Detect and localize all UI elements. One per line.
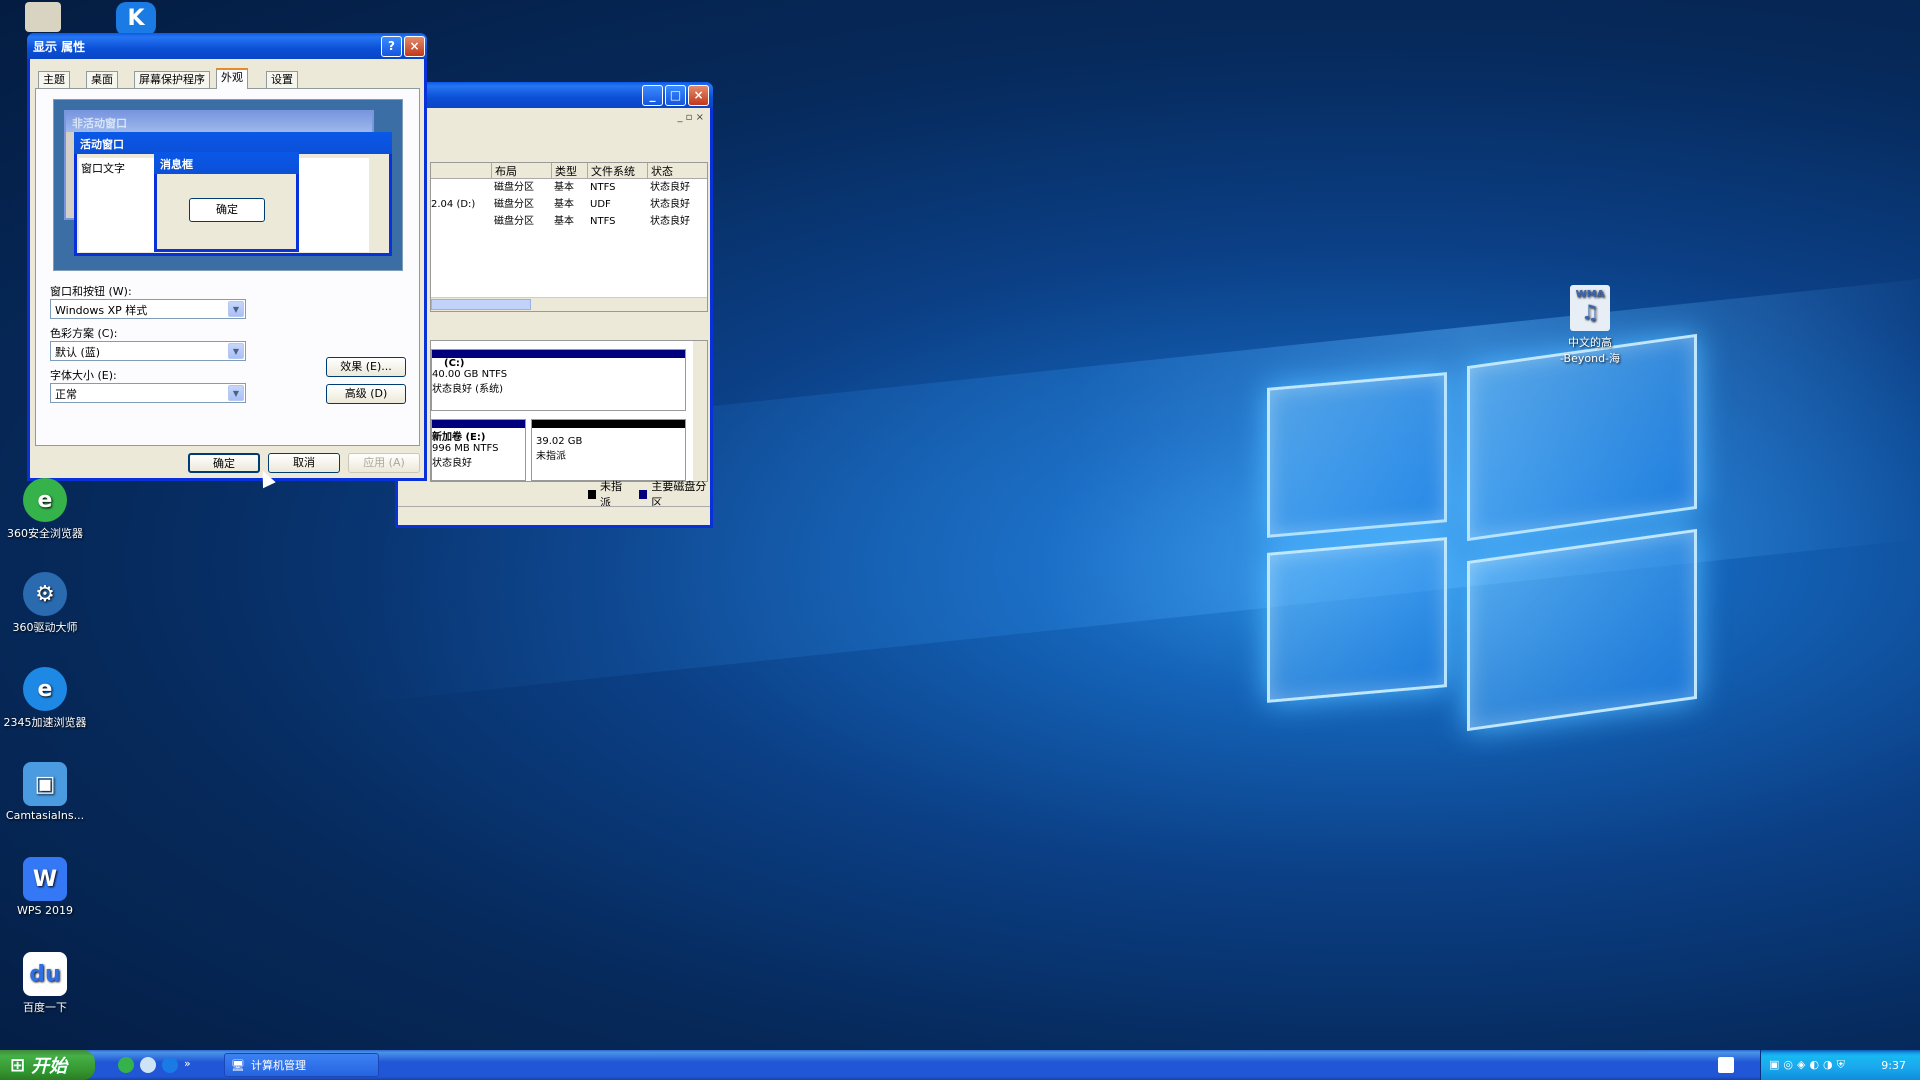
notification-flag-icon[interactable] [1718, 1057, 1734, 1073]
start-button[interactable]: ⊞ 开始 [0, 1050, 95, 1080]
desktop-icon-baidu[interactable]: du 百度一下 [0, 952, 90, 1015]
vertical-scrollbar[interactable] [693, 341, 707, 481]
help-icon[interactable]: ? [381, 35, 402, 57]
cm-titlebar[interactable]: _ □ × [395, 82, 713, 108]
color-scheme-select[interactable]: 默认 (蓝) ▼ [50, 341, 246, 361]
legend-bar: 未指派 主要磁盘分区 [398, 480, 710, 509]
col-fs[interactable]: 文件系统 [587, 163, 647, 178]
kugou-icon[interactable] [162, 1057, 178, 1073]
desktop-icon-360-driver[interactable]: ⚙ 360驱动大师 [0, 572, 90, 635]
table-row[interactable]: 磁盘分区 基本 NTFS 状态良好 [431, 213, 707, 230]
kugou-icon[interactable]: K [116, 2, 156, 36]
col-status[interactable]: 状态 [647, 163, 707, 178]
tray-icons[interactable]: ▣◎◈◐◑⛨ [1761, 1058, 1849, 1072]
360-browser-icon[interactable] [118, 1057, 134, 1073]
tab-desktop[interactable]: 桌面 [86, 71, 118, 89]
desktop-icon-360-browser[interactable]: e 360安全浏览器 [0, 478, 90, 541]
font-size-label: 字体大小 (E): [50, 369, 117, 382]
table-row[interactable]: 2.04 (D:) 磁盘分区 基本 UDF 状态良好 [431, 196, 707, 213]
volume-list[interactable]: 布局 类型 文件系统 状态 磁盘分区 基本 NTFS 状态良好 2.04 (D:) 磁盘… [430, 162, 708, 312]
close-icon[interactable]: × [688, 84, 709, 106]
msgbox-preview: 消息框 确定 [154, 152, 299, 252]
clock[interactable]: 9:37 [1881, 1059, 1906, 1072]
font-size-select[interactable]: 正常 ▼ [50, 383, 246, 403]
chevron-down-icon[interactable]: ▼ [228, 385, 244, 401]
color-scheme-label: 色彩方案 (C): [50, 327, 118, 340]
windows-flag-icon: ⊞ [10, 1054, 26, 1076]
col-type[interactable]: 类型 [551, 163, 587, 178]
system-tray[interactable]: ▣◎◈◐◑⛨ 9:37 [1760, 1050, 1920, 1080]
taskbar[interactable]: ⊞ 开始 » 🖥 计算机管理 ▣◎◈◐◑⛨ 9:37 [0, 1050, 1920, 1080]
camtasia-icon: ▣ [23, 762, 67, 806]
close-icon[interactable]: × [404, 35, 425, 57]
desktop-icon-camtasia[interactable]: ▣ CamtasiaIns... [0, 762, 90, 822]
display-properties-dialog[interactable]: 显示 属性 ? × 主题 桌面 屏幕保护程序 外观 设置 非活动窗口 活动窗口 … [27, 33, 427, 481]
ie-icon[interactable] [140, 1057, 156, 1073]
360-browser-icon: e [23, 478, 67, 522]
2345-browser-icon: e [23, 667, 67, 711]
cancel-button[interactable]: 取消 [268, 453, 340, 473]
computer-icon: 🖥 [231, 1058, 245, 1072]
chevron-down-icon[interactable]: ▼ [228, 343, 244, 359]
status-bar [398, 506, 710, 524]
maximize-icon[interactable]: □ [665, 84, 686, 106]
appearance-preview: 非活动窗口 活动窗口 窗口文字 消息框 确定 [53, 99, 403, 271]
effects-button[interactable]: 效果 (E)... [326, 357, 406, 377]
minimize-icon[interactable]: _ [642, 84, 663, 106]
top-folder-icon[interactable] [25, 2, 61, 32]
360-driver-icon: ⚙ [23, 572, 67, 616]
baidu-icon: du [23, 952, 67, 996]
desktop-icon-wps[interactable]: W WPS 2019 [0, 857, 90, 917]
windows-logo-wallpaper [1262, 333, 1712, 745]
wma-file-icon: WMA ♫ [1570, 285, 1610, 331]
horizontal-scrollbar[interactable] [431, 297, 707, 311]
tab-settings[interactable]: 设置 [266, 71, 298, 89]
ok-button[interactable]: 确定 [188, 453, 260, 473]
chevron-down-icon[interactable]: ▼ [228, 301, 244, 317]
tab-appearance[interactable]: 外观 [216, 68, 248, 89]
partition-c[interactable]: (C:) 40.00 GB NTFS 状态良好 (系统) [431, 349, 686, 411]
windows-buttons-label: 窗口和按钮 (W): [50, 285, 132, 298]
table-row[interactable]: 磁盘分区 基本 NTFS 状态良好 [431, 179, 707, 196]
windows-buttons-select[interactable]: Windows XP 样式 ▼ [50, 299, 246, 319]
advanced-button[interactable]: 高级 (D) [326, 384, 406, 404]
taskbar-item-computer-management[interactable]: 🖥 计算机管理 [224, 1053, 379, 1077]
dialog-title: 显示 属性 [33, 39, 86, 54]
apply-button[interactable]: 应用 (A) [348, 453, 420, 473]
tab-theme[interactable]: 主题 [38, 71, 70, 89]
desktop-icon-2345-browser[interactable]: e 2345加速浏览器 [0, 667, 90, 730]
dialog-titlebar[interactable]: 显示 属性 ? × [27, 33, 427, 59]
partition-unallocated[interactable]: 39.02 GB 未指派 [531, 419, 686, 481]
disk-graph-area[interactable]: (C:) 40.00 GB NTFS 状态良好 (系统) 新加卷 (E:) 99… [430, 340, 708, 482]
inner-window-controls[interactable]: _ ▫ × [677, 112, 704, 123]
chevron-more-icon[interactable]: » [184, 1057, 191, 1073]
desktop-icon-wma-file[interactable]: WMA ♫ 中文的高 -Beyond-海 [1545, 285, 1635, 366]
quick-launch[interactable]: » [118, 1057, 191, 1073]
wps-icon: W [23, 857, 67, 901]
tab-screensaver[interactable]: 屏幕保护程序 [134, 71, 210, 89]
volume-list-header: 布局 类型 文件系统 状态 [431, 163, 707, 179]
partition-e[interactable]: 新加卷 (E:) 996 MB NTFS 状态良好 [431, 419, 526, 481]
computer-management-window[interactable]: _ □ × _ ▫ × 布局 类型 文件系统 状态 磁盘分区 基本 NTFS 状态良好… [395, 82, 713, 528]
col-layout[interactable]: 布局 [491, 163, 551, 178]
